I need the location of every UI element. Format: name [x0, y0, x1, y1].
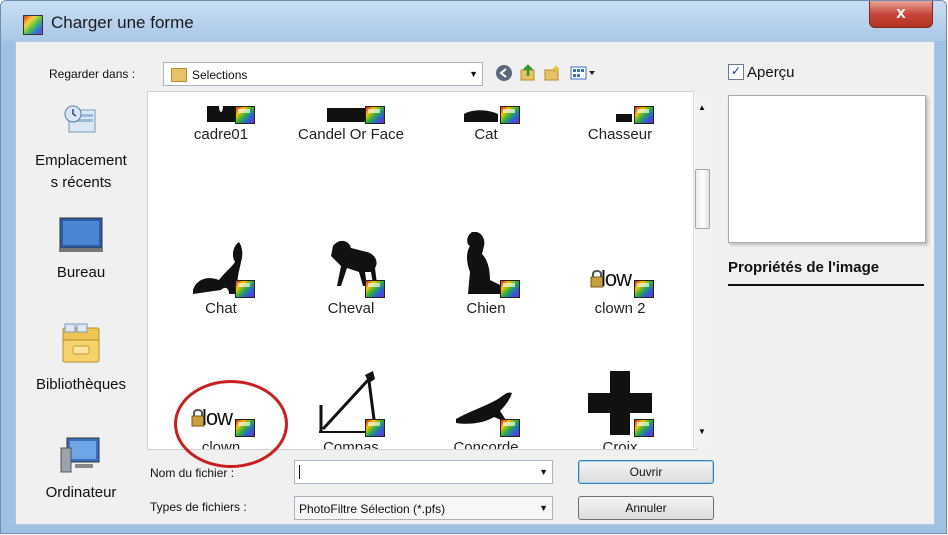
file-item-concorde[interactable]: Concorde	[426, 371, 546, 450]
filename-label: Nom du fichier :	[150, 466, 235, 480]
close-button[interactable]: x	[869, 1, 933, 28]
place-recent-label-line1: Emplacement	[35, 152, 127, 169]
filetype-label: Types de fichiers :	[150, 500, 247, 514]
open-button[interactable]: Ouvrir	[578, 460, 714, 484]
text-cursor	[299, 465, 300, 479]
dialog-body: Regarder dans : Selections ▼ Emplacement…	[15, 41, 935, 525]
properties-divider	[728, 284, 924, 286]
new-folder-icon[interactable]	[543, 64, 561, 82]
clown-thumb-text: low	[601, 266, 632, 291]
file-name: Chien	[466, 300, 506, 317]
pfs-file-icon	[634, 419, 654, 437]
pfs-file-icon	[235, 280, 255, 298]
back-icon[interactable]	[495, 64, 513, 82]
filetype-dropdown[interactable]: PhotoFiltre Sélection (*.pfs) ▼	[294, 496, 553, 520]
file-thumbnail	[319, 232, 385, 298]
pfs-file-icon	[500, 280, 520, 298]
file-thumbnail	[189, 92, 255, 124]
chevron-down-icon: ▼	[539, 503, 548, 513]
file-item-chat[interactable]: Chat	[161, 232, 281, 317]
file-thumbnail	[454, 92, 520, 124]
place-recent[interactable]: Emplacement s récents	[18, 102, 144, 194]
pfs-file-icon	[634, 106, 654, 124]
look-in-label: Regarder dans :	[49, 67, 136, 81]
cancel-button[interactable]: Annuler	[578, 496, 714, 520]
file-thumbnail: low	[588, 232, 654, 298]
file-name: Candel Or Face	[298, 126, 404, 143]
up-folder-icon[interactable]	[519, 64, 537, 82]
highlight-circle	[174, 380, 288, 468]
look-in-value: Selections	[192, 68, 248, 82]
scroll-down-icon[interactable]: ▼	[698, 427, 706, 436]
file-item-cat[interactable]: Cat	[426, 92, 546, 143]
file-thumbnail	[588, 371, 654, 437]
file-item-chasseur[interactable]: Chasseur	[560, 92, 680, 143]
filename-input[interactable]: ▼	[294, 460, 553, 484]
file-name: Cat	[474, 126, 498, 143]
file-thumbnail	[454, 371, 520, 437]
places-bar: Emplacement s récents Bureau Bibliothèqu…	[18, 92, 144, 512]
file-list-scrollbar[interactable]: ▲ ▼	[693, 91, 712, 448]
computer-icon	[60, 437, 100, 473]
file-name: clown 2	[594, 300, 646, 317]
image-properties-title: Propriétés de l'image	[728, 259, 880, 276]
file-name: Chat	[205, 300, 237, 317]
photofiltre-app-icon	[23, 15, 43, 35]
pfs-file-icon	[500, 419, 520, 437]
pfs-file-icon	[365, 280, 385, 298]
place-computer[interactable]: Ordinateur	[18, 434, 144, 501]
preview-checkbox-label: Aperçu	[747, 64, 795, 81]
preview-area	[728, 95, 926, 243]
place-recent-label-line2: s récents	[50, 174, 112, 191]
file-item-cheval[interactable]: Cheval	[291, 232, 411, 317]
pfs-file-icon	[365, 106, 385, 124]
file-item-cadre01[interactable]: cadre01	[161, 92, 281, 143]
file-name: Cheval	[327, 300, 375, 317]
file-thumbnail	[319, 92, 385, 124]
preview-checkbox[interactable]: ✓	[728, 64, 744, 80]
place-computer-label: Ordinateur	[45, 484, 117, 501]
pfs-file-icon	[365, 419, 385, 437]
folder-icon	[171, 68, 187, 82]
file-name: cadre01	[193, 126, 249, 143]
file-item-chien[interactable]: Chien	[426, 232, 546, 317]
view-menu-icon[interactable]	[570, 64, 598, 82]
file-name: Concorde	[453, 439, 519, 450]
file-thumbnail	[189, 232, 255, 298]
filetype-value: PhotoFiltre Sélection (*.pfs)	[299, 502, 446, 516]
chevron-down-icon[interactable]: ▼	[539, 461, 548, 483]
pfs-file-icon	[634, 280, 654, 298]
libraries-icon	[62, 323, 100, 363]
file-thumbnail	[319, 371, 385, 437]
file-name: Croix	[602, 439, 638, 450]
file-item-candel-or-face[interactable]: Candel Or Face	[291, 92, 411, 143]
window-title: Charger une forme	[51, 13, 194, 32]
file-thumbnail	[454, 232, 520, 298]
place-libraries[interactable]: Bibliothèques	[18, 322, 144, 393]
chevron-down-icon: ▼	[469, 69, 478, 79]
file-item-clown-2[interactable]: low clown 2	[560, 232, 680, 317]
scroll-up-icon[interactable]: ▲	[698, 103, 706, 112]
file-thumbnail	[588, 92, 654, 124]
file-item-croix[interactable]: Croix	[560, 371, 680, 450]
open-shape-dialog: Charger une forme x Regarder dans : Sele…	[0, 0, 947, 534]
place-desktop[interactable]: Bureau	[18, 216, 144, 281]
file-item-compas[interactable]: Compas	[291, 371, 411, 450]
place-libraries-label: Bibliothèques	[35, 376, 127, 393]
pfs-file-icon	[235, 106, 255, 124]
pfs-file-icon	[500, 106, 520, 124]
place-desktop-label: Bureau	[56, 264, 106, 281]
title-bar: Charger une forme x	[1, 1, 946, 41]
recent-places-icon	[64, 105, 96, 133]
file-name: Chasseur	[587, 126, 653, 143]
look-in-dropdown[interactable]: Selections ▼	[163, 62, 483, 86]
desktop-icon	[59, 217, 103, 252]
scrollbar-thumb[interactable]	[695, 169, 710, 229]
file-name: Compas	[323, 439, 379, 450]
